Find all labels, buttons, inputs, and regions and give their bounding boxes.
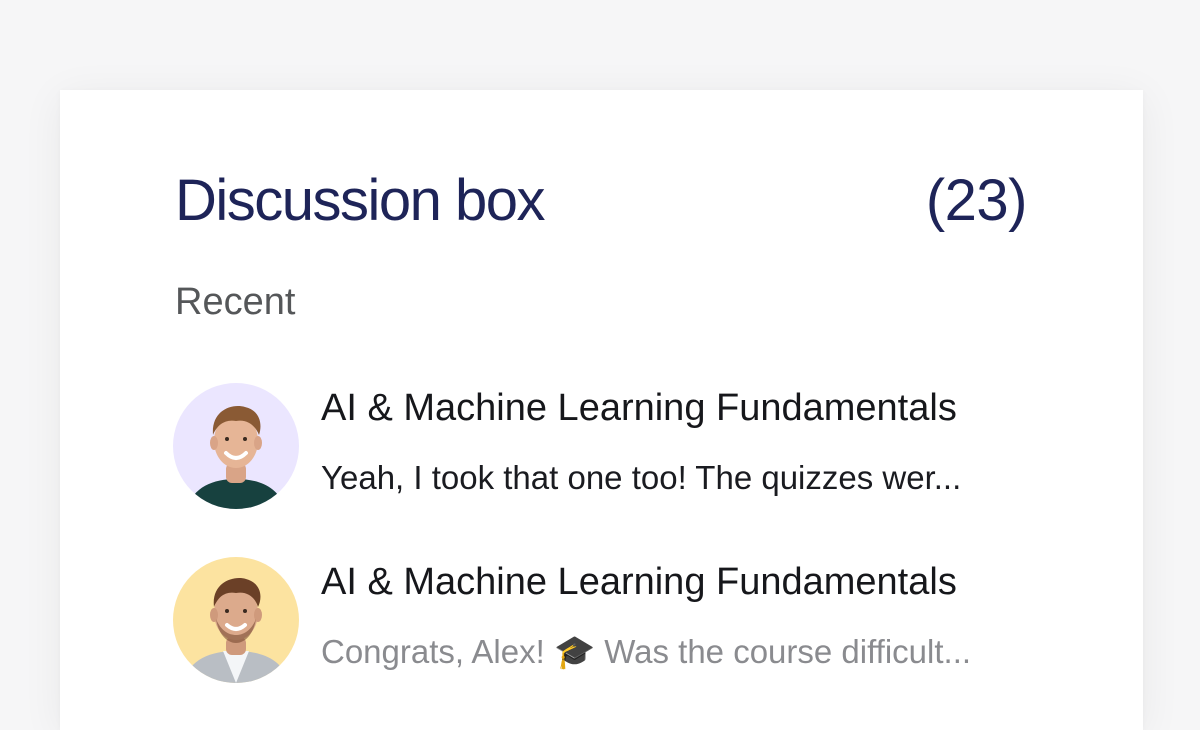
discussion-title: Discussion box: [175, 167, 546, 233]
avatar: [173, 383, 299, 509]
discussion-item[interactable]: AI & Machine Learning Fundamentals Congr…: [173, 557, 1033, 683]
discussion-header: Discussion box (23): [175, 160, 1028, 240]
avatar: [173, 557, 299, 683]
recent-section-label: Recent: [175, 281, 296, 323]
discussion-card: Discussion box (23) Recent AI & Machine …: [60, 90, 1143, 730]
user-avatar-icon: [173, 383, 299, 509]
discussion-item-title: AI & Machine Learning Fundamentals: [321, 387, 957, 429]
discussion-item[interactable]: AI & Machine Learning Fundamentals Yeah,…: [173, 383, 1033, 509]
discussion-item-preview: Yeah, I took that one too! The quizzes w…: [321, 459, 962, 496]
discussion-count: (23): [925, 167, 1028, 233]
discussion-item-title: AI & Machine Learning Fundamentals: [321, 561, 957, 603]
discussion-item-preview: Congrats, Alex! 🎓 Was the course difficu…: [321, 633, 972, 670]
user-avatar-icon: [173, 557, 299, 683]
